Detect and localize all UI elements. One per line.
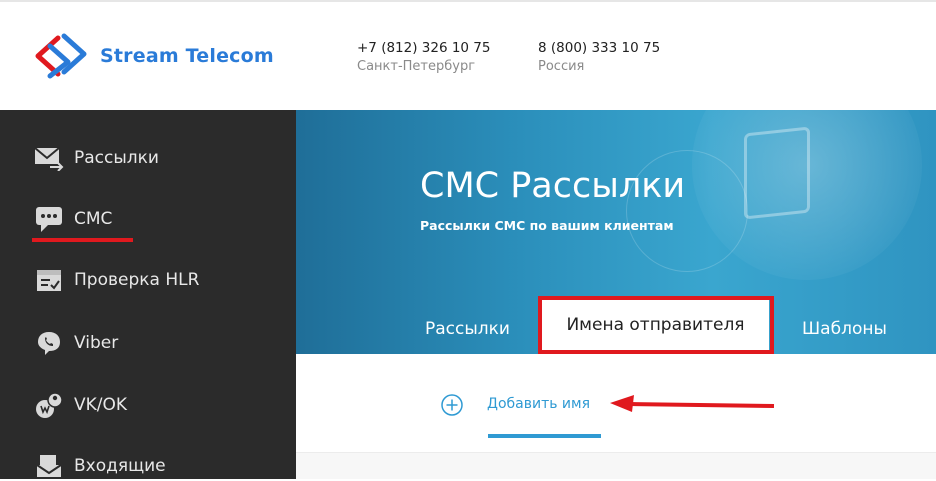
annotation-arrow-icon [610,395,775,412]
inbox-icon [34,451,64,481]
brand-logo[interactable]: Stream Telecom [28,32,274,80]
sidebar-item-sms[interactable]: СМС [34,204,112,234]
sidebar-item-label: VK/OK [74,395,128,415]
sidebar-item-vkok[interactable]: VK/OK [34,390,127,420]
phone-number[interactable]: 8 (800) 333 10 75 [538,40,660,56]
sidebar-item-viber[interactable]: Viber [34,328,118,358]
tab-mailings[interactable]: Рассылки [425,319,510,339]
sidebar-item-hlr[interactable]: Проверка HLR [34,265,199,295]
sidebar-item-label: Входящие [74,456,166,476]
city-label: Санкт-Петербург [357,59,476,74]
logo-icon [35,33,87,79]
highlight-box [538,296,774,354]
sms-chat-icon [34,204,64,234]
sidebar-item-label: Viber [74,333,119,353]
calendar-check-icon [34,265,64,295]
sidebar: Рассылки СМС Проверка HLR Viber VK/OK Вх… [0,110,296,479]
tab-templates[interactable]: Шаблоны [802,319,887,339]
sidebar-item-mailings[interactable]: Рассылки [34,143,159,173]
social-icon [34,390,64,420]
page-title: СМС Рассылки [420,166,686,206]
city-label: Россия [538,59,585,74]
content-footer-area [296,453,936,479]
sidebar-item-label: СМС [74,209,113,229]
tablet-icon [744,126,810,220]
page-subtitle: Рассылки СМС по вашим клиентам [420,218,674,233]
contact-spb: +7 (812) 326 10 75 Санкт-Петербург [357,40,491,74]
site-header: Stream Telecom +7 (812) 326 10 75 Санкт-… [0,2,936,110]
envelope-icon [34,143,64,173]
phone-number[interactable]: +7 (812) 326 10 75 [357,40,491,56]
viber-icon [34,328,64,358]
brand-name: Stream Telecom [100,45,274,67]
sidebar-item-inbox[interactable]: Входящие [34,451,166,481]
contact-russia: 8 (800) 333 10 75 Россия [538,40,660,74]
add-circle-icon[interactable] [440,393,464,417]
active-item-underline [32,238,133,242]
sidebar-item-label: Рассылки [74,148,159,168]
add-name-link[interactable]: Добавить имя [487,396,590,412]
sidebar-item-label: Проверка HLR [74,270,200,290]
active-subtab-underline [488,434,601,438]
